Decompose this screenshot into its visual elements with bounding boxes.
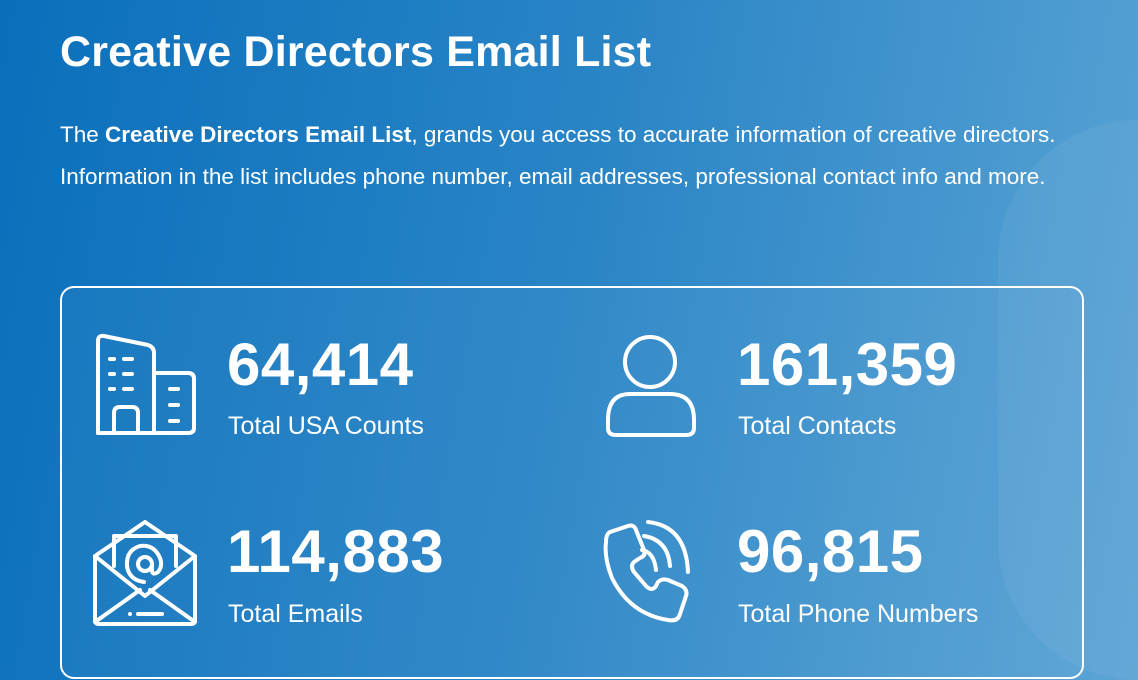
stat-label: Total Phone Numbers [738,600,979,628]
stat-value: 161,359 [737,331,958,398]
stat-value: 114,883 [227,518,445,585]
user-icon [606,335,696,437]
description-prefix: The [60,122,106,147]
page-title: Creative Directors Email List [60,28,652,76]
stat-label: Total USA Counts [228,412,424,440]
description-bold: Creative Directors Email List [105,122,412,147]
email-open-icon [93,520,197,626]
description: The Creative Directors Email List, grand… [60,114,1060,198]
stat-label: Total Emails [228,600,363,628]
building-icon [96,333,196,435]
phone-call-icon [603,520,690,623]
stat-label: Total Contacts [738,412,897,440]
stat-value: 64,414 [227,331,414,398]
stat-value: 96,815 [737,518,924,585]
